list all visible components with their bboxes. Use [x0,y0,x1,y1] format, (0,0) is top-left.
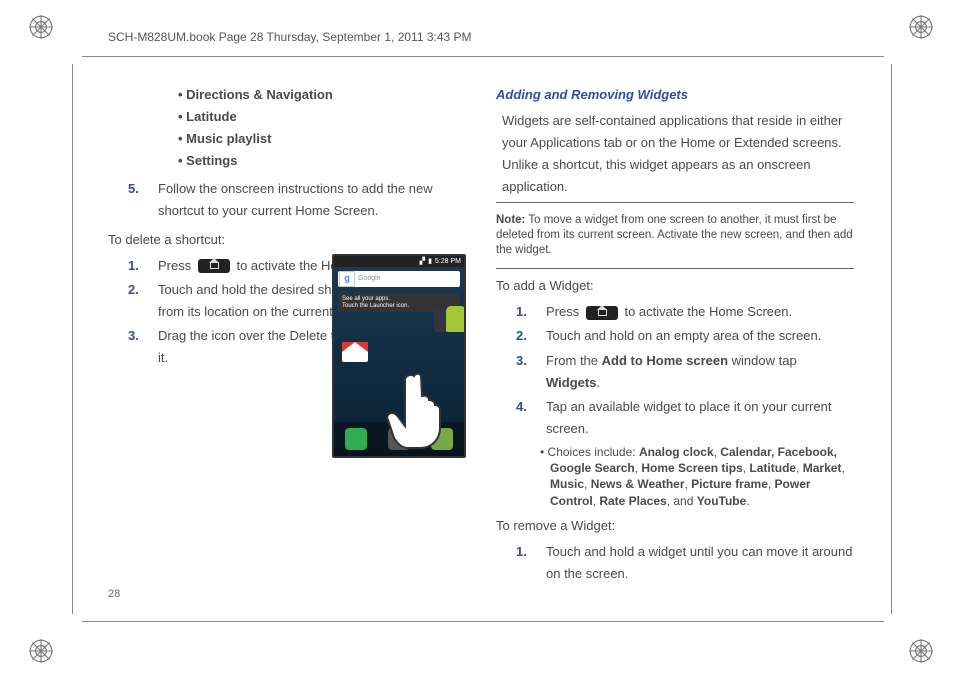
crop-line [82,621,884,622]
tip-line: See all your apps. [342,296,456,303]
step-number: 4. [516,396,546,440]
text-bold: YouTube [697,494,747,508]
text-bold: Home Screen tips [641,461,742,475]
text: Choices include: [548,445,639,459]
note-text: To move a widget from one screen to anot… [496,214,853,256]
text-bold: Widgets [546,375,596,390]
text: Press [546,304,583,319]
add-step-3: 3. From the Add to Home screen window ta… [496,350,854,394]
crop-line [72,64,73,614]
step-number: 1. [516,541,546,585]
phone-screenshot: ▞ ▮ 5:28 PM g Google See all your apps. … [332,254,466,458]
text: to activate the Home Screen. [624,304,792,319]
text-bold: Analog clock [639,445,714,459]
gmail-icon [342,342,368,362]
text-bold: Rate Places [599,494,666,508]
text: Drag the icon over the Delete tab ( [158,328,357,343]
step-text: Touch and hold on an empty area of the s… [546,325,854,347]
status-time: 5:28 PM [435,256,461,268]
text-bold: Music [550,477,584,491]
text-bold: Latitude [749,461,796,475]
section-intro: Widgets are self-contained applications … [496,110,854,198]
text-bold: Picture frame [691,477,768,491]
step-number: 1. [516,301,546,323]
step-number: 2. [128,279,158,323]
text-bold: News & Weather [591,477,685,491]
step-number: 2. [516,325,546,347]
text: . [596,375,600,390]
add-step-2: 2. Touch and hold on an empty area of th… [496,325,854,347]
add-step-1: 1. Press to activate the Home Screen. [496,301,854,323]
search-placeholder: Google [356,273,460,285]
note-label: Note: [496,214,525,226]
battery-icon: ▮ [428,256,432,268]
step-text: Touch and hold a widget until you can mo… [546,541,854,585]
home-key-icon [586,306,618,320]
step-text: From the Add to Home screen window tap W… [546,350,854,394]
step-number: 5. [128,178,158,222]
crop-line [82,56,884,57]
step-text: Follow the onscreen instructions to add … [158,178,466,222]
divider [496,202,854,203]
signal-icon: ▞ [420,256,425,268]
list-item: Music playlist [178,128,466,150]
remove-step-1: 1. Touch and hold a widget until you can… [496,541,854,585]
step-5: 5. Follow the onscreen instructions to a… [108,178,466,222]
shortcut-bullet-list: Directions & Navigation Latitude Music p… [108,84,466,172]
crop-mark-rosette [908,638,934,664]
status-bar: ▞ ▮ 5:28 PM [334,256,464,267]
page-number: 28 [108,588,120,600]
crop-mark-rosette [28,638,54,664]
dock-contacts-icon [345,428,367,450]
page-header: SCH-M828UM.book Page 28 Thursday, Septem… [108,30,472,44]
section-heading: Adding and Removing Widgets [496,84,854,106]
delete-shortcut-intro: To delete a shortcut: [108,229,466,251]
list-item: Latitude [178,106,466,128]
add-widget-intro: To add a Widget: [496,275,854,297]
crop-mark-rosette [28,14,54,40]
page-body: Directions & Navigation Latitude Music p… [108,84,854,592]
crop-line [891,64,892,614]
text-bold: Market [803,461,842,475]
text: Press [158,258,195,273]
text: window tap [728,353,797,368]
search-widget: g Google [338,271,460,287]
crop-mark-rosette [908,14,934,40]
remove-widget-intro: To remove a Widget: [496,515,854,537]
step-number: 3. [516,350,546,394]
choices-bullet: Choices include: Analog clock, Calendar,… [496,444,854,509]
text: From the [546,353,602,368]
home-key-icon [198,259,230,273]
android-robot-icon [446,306,466,332]
left-column: Directions & Navigation Latitude Music p… [108,84,466,592]
right-column: Adding and Removing Widgets Widgets are … [496,84,854,592]
step-text: Press to activate the Home Screen. [546,301,854,323]
divider [496,268,854,269]
step-text: Tap an available widget to place it on y… [546,396,854,440]
google-g-icon: g [339,271,355,287]
note-block: Note: To move a widget from one screen t… [496,211,854,260]
step-number: 3. [128,325,158,369]
step-number: 1. [128,255,158,277]
list-item: Settings [178,150,466,172]
list-item: Directions & Navigation [178,84,466,106]
add-step-4: 4. Tap an available widget to place it o… [496,396,854,440]
text-bold: Add to Home screen [602,353,728,368]
pointing-hand-icon [386,370,446,450]
